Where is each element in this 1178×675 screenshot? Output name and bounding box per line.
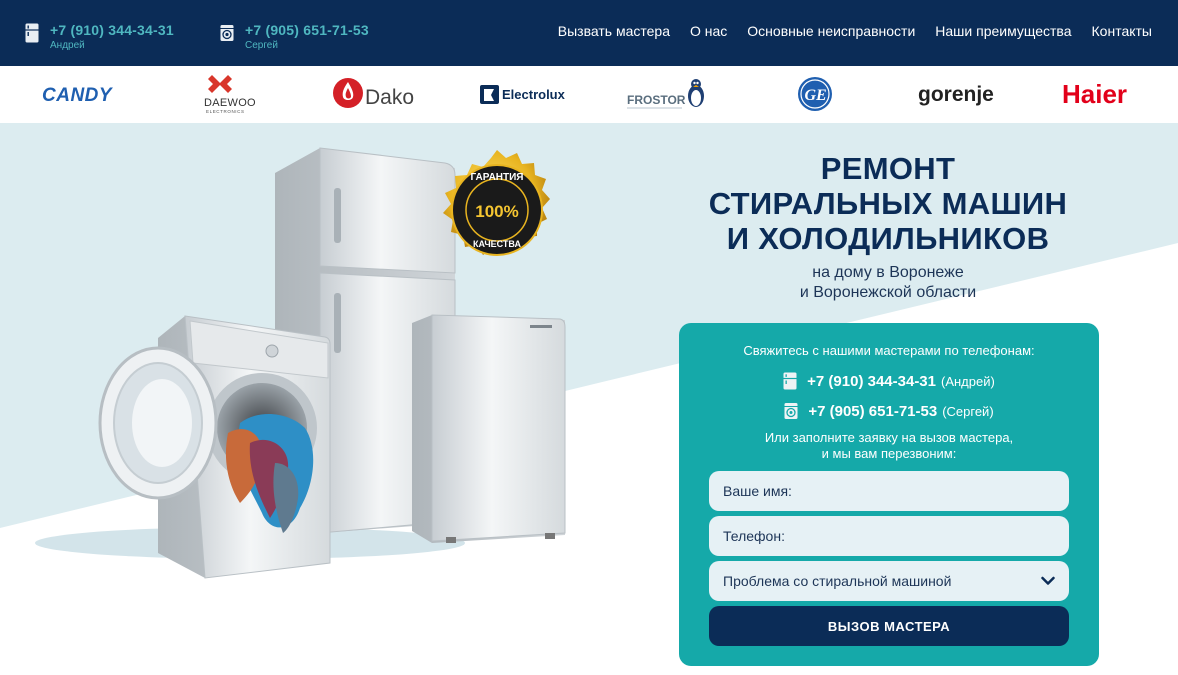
main-nav: Вызвать мастера О нас Основные неисправн… bbox=[558, 23, 1152, 39]
mini-fridge-illustration bbox=[412, 314, 566, 543]
form-phone-name: (Андрей) bbox=[941, 373, 995, 389]
nav-contacts[interactable]: Контакты bbox=[1092, 23, 1152, 39]
haier-logo: Haier bbox=[1055, 66, 1160, 123]
form-phone-number[interactable]: +7 (905) 651-71-53 bbox=[808, 403, 937, 420]
nav-about[interactable]: О нас bbox=[690, 23, 727, 39]
hero-subtitle-line2: и Воронежской области bbox=[799, 284, 977, 301]
nav-common-faults[interactable]: Основные неисправности bbox=[747, 23, 915, 39]
chevron-down-icon bbox=[1041, 576, 1055, 585]
hero-title-line3: И ХОЛОДИЛЬНИКОВ bbox=[726, 221, 1050, 256]
svg-text:ГАРАНТИЯ: ГАРАНТИЯ bbox=[471, 172, 524, 183]
form-or-line1: Или заполните заявку на вызов мастера, bbox=[764, 430, 1014, 445]
call-master-button[interactable]: ВЫЗОВ МАСТЕРА bbox=[709, 606, 1069, 646]
svg-text:Electrolux: Electrolux bbox=[502, 87, 566, 102]
svg-text:GE: GE bbox=[805, 87, 827, 104]
header-phone-number[interactable]: +7 (910) 344-34-31 bbox=[50, 22, 174, 38]
form-phone-number[interactable]: +7 (910) 344-34-31 bbox=[807, 373, 936, 390]
form-phone-sergey[interactable]: +7 (905) 651-71-53 (Сергей) bbox=[679, 402, 1099, 420]
svg-text:gorenje: gorenje bbox=[918, 83, 994, 106]
fridge-icon bbox=[783, 372, 797, 390]
candy-logo: CANDY bbox=[30, 66, 140, 123]
problem-select-value: Проблема со стиральной машиной bbox=[723, 573, 952, 589]
quality-guarantee-badge: ГАРАНТИЯ 100% КАЧЕСТВА bbox=[443, 150, 550, 256]
top-header: +7 (910) 344-34-31 Андрей +7 (905) 651-7… bbox=[0, 0, 1178, 66]
svg-text:DAEWOO: DAEWOO bbox=[204, 97, 256, 109]
callback-form: Свяжитесь с нашими мастерами по телефона… bbox=[679, 323, 1099, 666]
hero-subtitle: на дому в Воронеже и Воронежской области bbox=[640, 263, 1136, 303]
header-phone-andrey[interactable]: +7 (910) 344-34-31 Андрей bbox=[25, 22, 174, 51]
form-phone-andrey[interactable]: +7 (910) 344-34-31 (Андрей) bbox=[679, 372, 1099, 390]
dako-logo: Dako bbox=[325, 66, 430, 123]
header-phone-name: Сергей bbox=[245, 40, 278, 51]
hero-subtitle-line1: на дому в Воронеже bbox=[812, 264, 964, 281]
svg-text:Dako: Dako bbox=[365, 86, 414, 109]
header-phone-sergey[interactable]: +7 (905) 651-71-53 Сергей bbox=[220, 22, 369, 51]
nav-advantages[interactable]: Наши преимущества bbox=[935, 23, 1071, 39]
electrolux-logo: Electrolux bbox=[470, 66, 580, 123]
fridge-icon bbox=[25, 23, 39, 43]
frostor-logo: FROSTOR bbox=[620, 66, 720, 123]
svg-text:100%: 100% bbox=[475, 202, 518, 221]
svg-text:Haier: Haier bbox=[1062, 79, 1127, 109]
appliances-illustration: ГАРАНТИЯ 100% КАЧЕСТВА bbox=[35, 147, 566, 579]
hero-title: РЕМОНТ СТИРАЛЬНЫХ МАШИН И ХОЛОДИЛЬНИКОВ bbox=[640, 151, 1136, 256]
daewoo-logo: DAEWOO ELECTRONICS bbox=[190, 66, 270, 123]
header-phone-number[interactable]: +7 (905) 651-71-53 bbox=[245, 22, 369, 38]
svg-text:FROSTOR: FROSTOR bbox=[627, 93, 686, 107]
gorenje-logo: gorenje bbox=[905, 66, 1005, 123]
form-lead-text: Свяжитесь с нашими мастерами по телефона… bbox=[743, 343, 1035, 358]
header-phone-name: Андрей bbox=[50, 40, 85, 51]
hero-section: ГАРАНТИЯ 100% КАЧЕСТВА РЕМОНТ СТИРАЛЬНЫХ… bbox=[0, 123, 1178, 675]
name-input[interactable] bbox=[709, 471, 1069, 511]
svg-text:CANDY: CANDY bbox=[42, 85, 114, 106]
form-phone-name: (Сергей) bbox=[942, 403, 994, 419]
svg-text:КАЧЕСТВА: КАЧЕСТВА bbox=[473, 239, 521, 249]
form-or-line2: и мы вам перезвоним: bbox=[821, 446, 957, 461]
hero-title-line2: СТИРАЛЬНЫХ МАШИН bbox=[708, 186, 1068, 221]
ge-logo: GE bbox=[785, 66, 845, 123]
washing-machine-icon bbox=[784, 403, 798, 419]
hero-title-line1: РЕМОНТ bbox=[820, 151, 956, 186]
nav-call-master[interactable]: Вызвать мастера bbox=[558, 23, 670, 39]
form-or-text: Или заполните заявку на вызов мастера, и… bbox=[679, 430, 1099, 462]
problem-select[interactable]: Проблема со стиральной машиной bbox=[709, 561, 1069, 601]
svg-text:ELECTRONICS: ELECTRONICS bbox=[206, 109, 245, 114]
phone-input[interactable] bbox=[709, 516, 1069, 556]
washing-machine-icon bbox=[220, 25, 234, 41]
brand-logos-strip: CANDY DAEWOO ELECTRONICS Dako Electrolux… bbox=[0, 66, 1178, 123]
